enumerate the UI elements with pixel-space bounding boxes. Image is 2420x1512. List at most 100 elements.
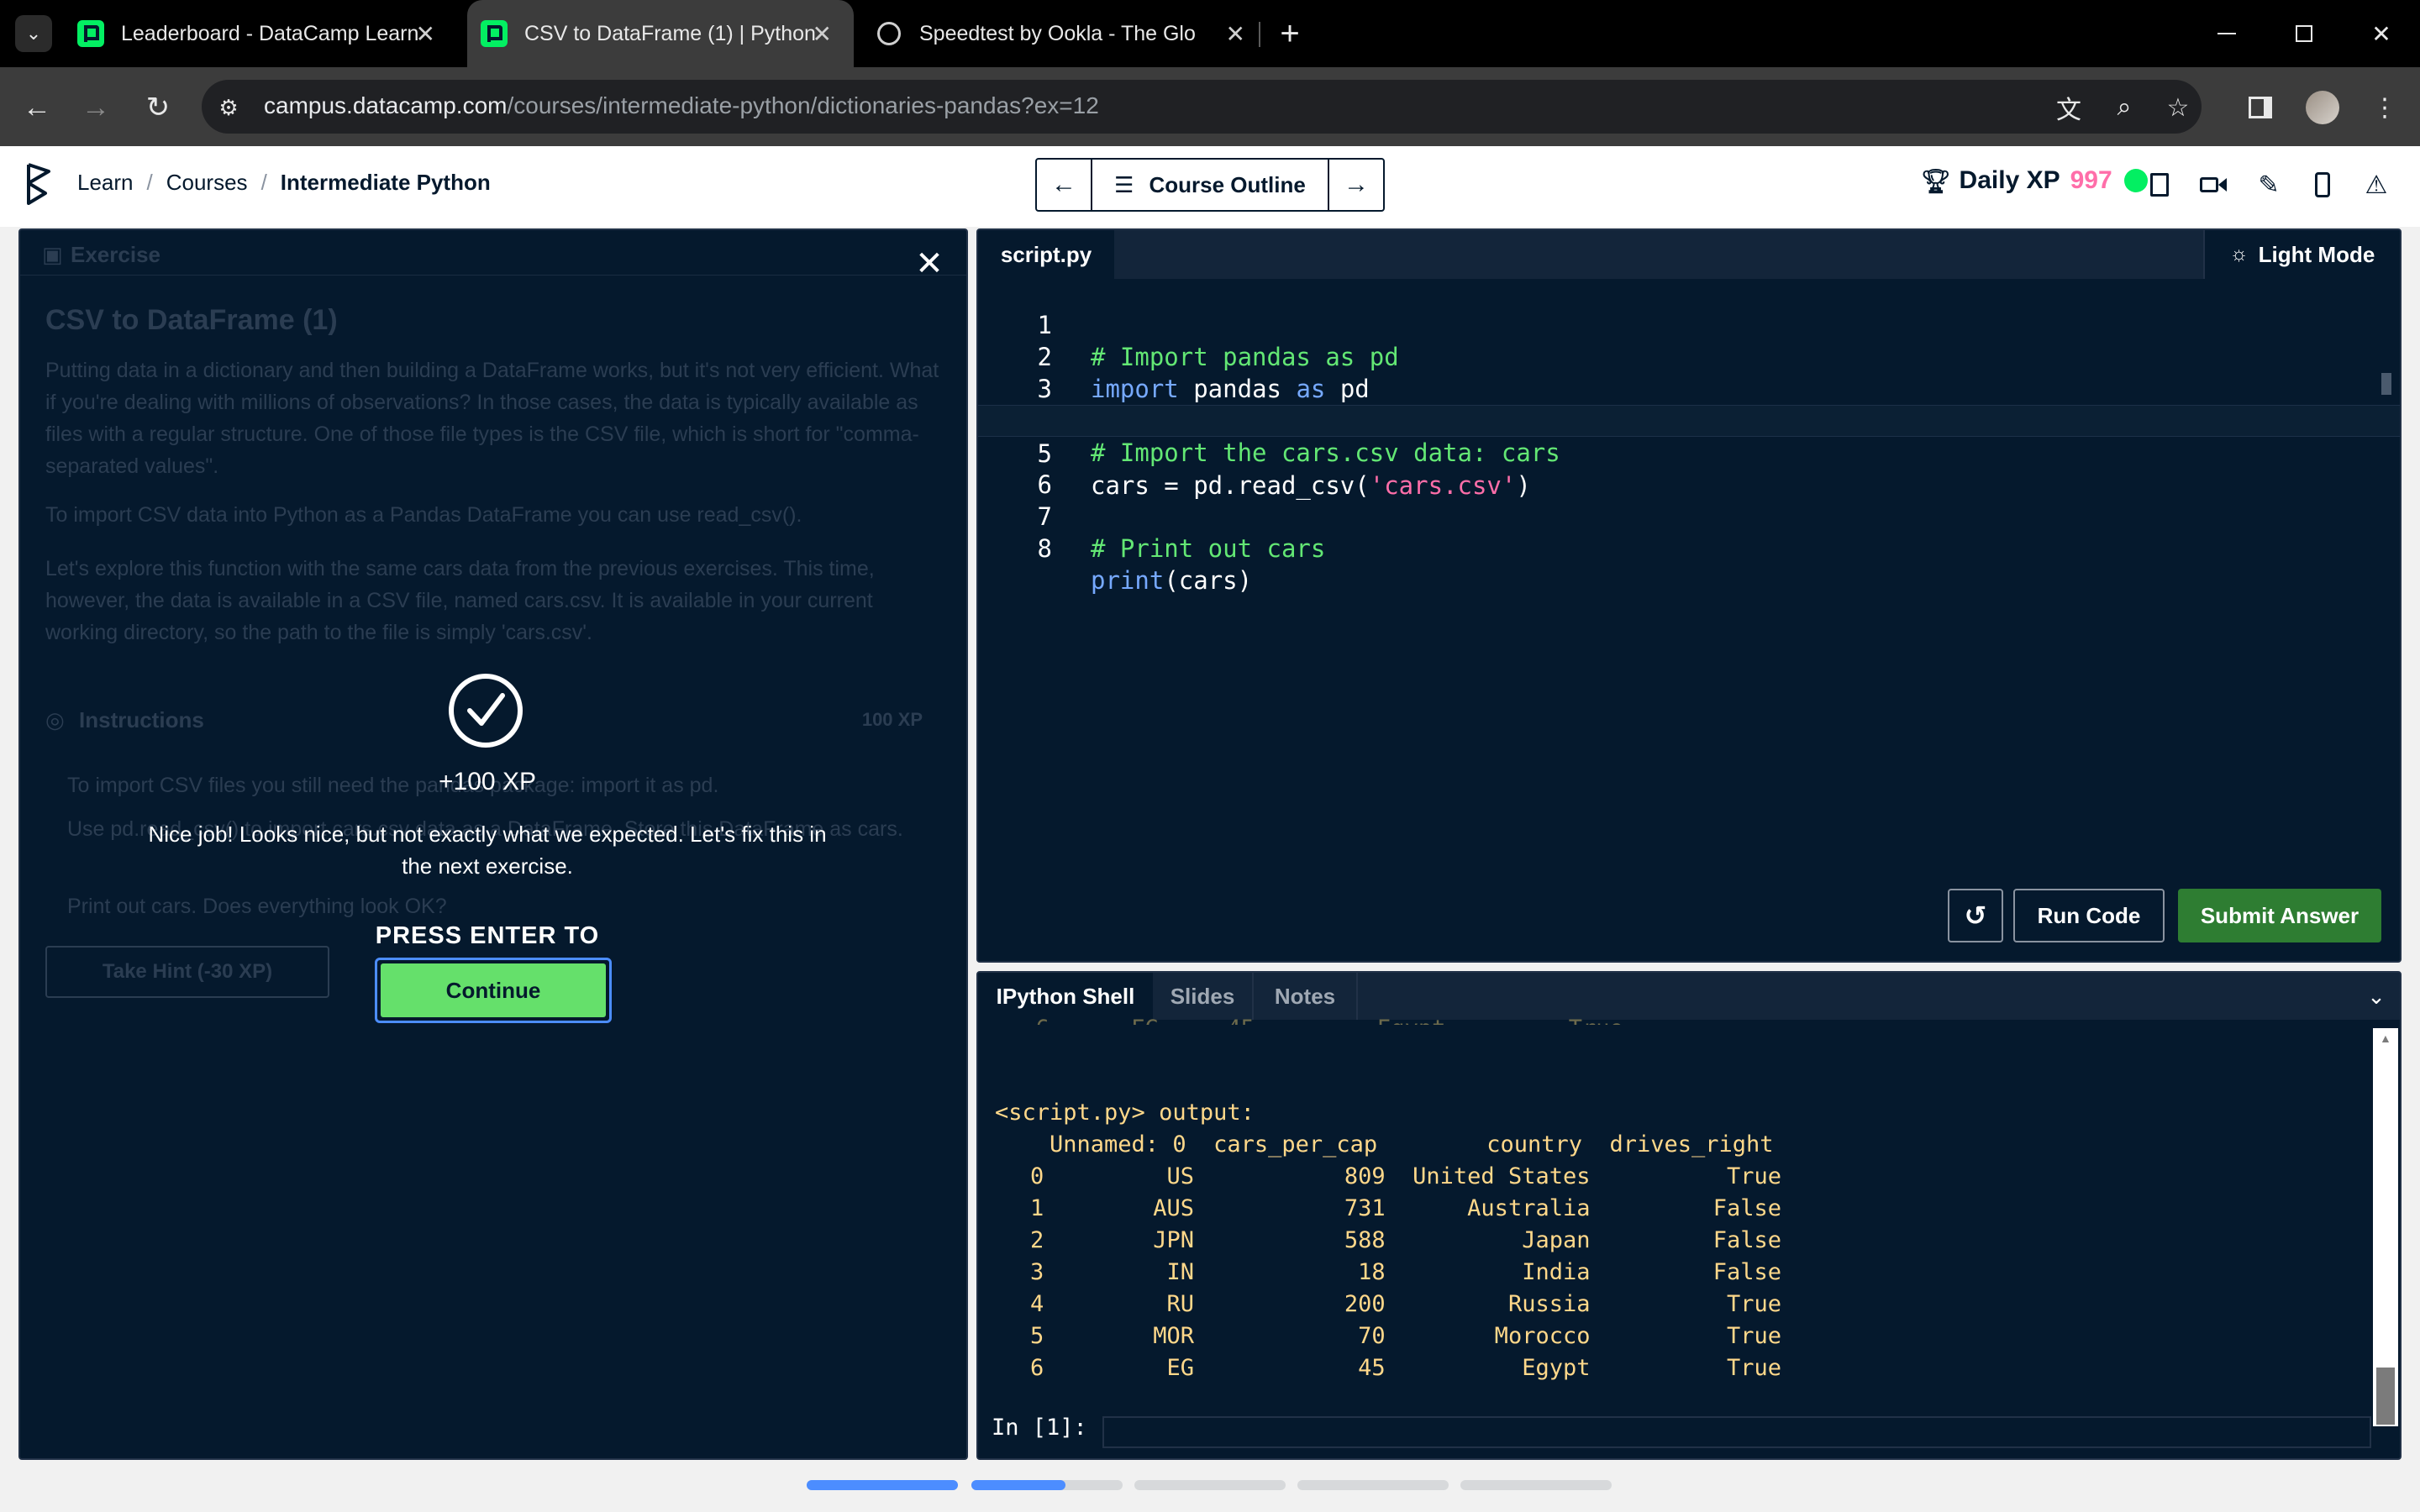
browser-tab-leaderboard[interactable]: Leaderboard - DataCamp Learn ✕ [77, 0, 457, 67]
reset-icon: ↺ [1964, 900, 1987, 931]
code-line-7[interactable]: 7 # Print out cars [978, 469, 2400, 563]
code-line-3[interactable]: 3 [978, 341, 2400, 403]
url-path: /courses/intermediate-python/dictionarie… [507, 92, 1099, 118]
modal-close-button[interactable]: ✕ [913, 245, 946, 282]
close-icon[interactable]: ✕ [416, 20, 435, 48]
course-outline-nav: ← ☰ Course Outline → [1035, 158, 1385, 212]
chevron-down-icon[interactable]: ⌄ [2361, 981, 2391, 1011]
breadcrumb-separator: / [146, 170, 153, 195]
code-editor-panel: script.py ☼ Light Mode 1 # Import pandas… [976, 228, 2402, 963]
code-line-2[interactable]: 2 import pandas as pd [978, 309, 2400, 403]
clipped-output-line: 6 EG 45 Egypt True [995, 1013, 1623, 1025]
close-icon[interactable]: ✕ [813, 20, 832, 48]
breadcrumb-learn[interactable]: Learn [77, 170, 134, 195]
exercise-tab-bar: ▣ Exercise [20, 230, 966, 276]
document-icon[interactable] [2143, 168, 2176, 202]
press-enter-hint: PRESS ENTER TO [375, 922, 600, 949]
tab-script-py[interactable]: script.py [978, 230, 1114, 279]
browser-tab-csv-to-dataframe[interactable]: CSV to DataFrame (1) | Python ✕ [467, 0, 854, 67]
instruction-bullet: Print out cars. Does everything look OK? [67, 895, 447, 918]
scroll-up-icon[interactable]: ▲ [2380, 1032, 2391, 1045]
instructions-xp: 100 XP [861, 709, 923, 730]
browser-tab-speedtest[interactable]: Speedtest by Ookla - The Globa ✕ [877, 0, 1249, 67]
reload-button[interactable]: ↻ [138, 87, 178, 128]
exercise-progress-segment [807, 1480, 958, 1490]
speedtest-favicon-icon [877, 22, 901, 45]
close-icon[interactable]: ✕ [1226, 20, 1245, 48]
reset-button[interactable]: ↺ [1948, 889, 2003, 942]
daily-xp[interactable]: 🏆︎ Daily XP 997 [1921, 166, 2148, 195]
breadcrumb-courses[interactable]: Courses [166, 170, 248, 195]
breadcrumb-course[interactable]: Intermediate Python [281, 170, 491, 195]
site-info-icon[interactable]: ⚙ [210, 89, 247, 126]
restore-button[interactable] [2265, 0, 2343, 67]
translate-icon[interactable]: 文 [2050, 89, 2087, 126]
menu-icon[interactable]: ⋮ [2366, 89, 2403, 126]
code-line-5[interactable]: 5 cars = pd.read_csv('cars.csv') [978, 405, 2400, 500]
star-icon[interactable]: ☆ [2160, 89, 2196, 126]
back-button[interactable]: ← [17, 87, 57, 128]
exercise-progress-segment [1134, 1480, 1286, 1490]
forward-button[interactable]: → [76, 87, 116, 128]
code-line-8[interactable]: 8 print(cars) [978, 501, 2400, 595]
zoom-icon[interactable]: ⌕ [2106, 89, 2143, 126]
submit-answer-button[interactable]: Submit Answer [2178, 889, 2381, 942]
console-scrollbar-thumb[interactable] [2376, 1368, 2395, 1425]
console-input[interactable] [1102, 1416, 2371, 1448]
pencil-icon[interactable]: ✎ [2252, 168, 2286, 202]
exercise-icon: ▣ [42, 242, 63, 267]
ipython-prompt: In [1]: [992, 1415, 1087, 1441]
editor-scrollbar[interactable] [2381, 373, 2391, 395]
output-row: 2 JPN 588 Japan False [1030, 1227, 1782, 1253]
tab-title: Leaderboard - DataCamp Learn [121, 21, 419, 45]
run-code-button[interactable]: Run Code [2013, 889, 2165, 942]
output-row: 0 US 809 United States True [1030, 1163, 1782, 1189]
video-icon[interactable] [2196, 168, 2230, 202]
window-close-button[interactable]: ✕ [2343, 0, 2420, 67]
tab-search-button[interactable]: ⌄ [0, 0, 67, 67]
success-check-icon [449, 674, 523, 748]
breadcrumb-separator: / [260, 170, 267, 195]
exercise-progress-segment [1297, 1480, 1449, 1490]
code-line-4[interactable]: 4 # Import the cars.csv data: cars [978, 373, 2400, 467]
line-number: 8 [1037, 534, 1052, 563]
take-hint-button[interactable]: Take Hint (-30 XP) [45, 946, 329, 998]
code-line-1[interactable]: 1 # Import pandas as pd [978, 277, 2400, 371]
minimize-button[interactable] [2188, 0, 2265, 67]
code-line-6[interactable]: 6 [978, 437, 2400, 499]
exercise-progress-segment [1460, 1480, 1612, 1490]
trophy-icon: 🏆︎ [1921, 167, 1951, 194]
light-mode-toggle[interactable]: ☼ Light Mode [2203, 230, 2400, 279]
warning-icon[interactable]: ⚠ [2360, 168, 2393, 202]
course-outline-label: Course Outline [1149, 171, 1306, 197]
console-panel: IPython Shell Slides Notes ⌄ 6 EG 45 Egy… [976, 971, 2402, 1460]
sun-icon: ☼ [2229, 243, 2249, 265]
profile-avatar[interactable] [2304, 89, 2341, 126]
feedback-message: Nice job! Looks nice, but not exactly wh… [148, 822, 827, 879]
datacamp-favicon-icon [77, 20, 104, 47]
progress-fill [971, 1480, 1065, 1490]
check-circle-icon: ◎ [45, 707, 65, 732]
instructions-label: Instructions [79, 707, 204, 732]
mobile-icon[interactable] [2306, 168, 2339, 202]
continue-button[interactable]: Continue [375, 958, 612, 1023]
next-exercise-button[interactable]: → [1329, 160, 1383, 210]
tab-title: CSV to DataFrame (1) | Python [524, 21, 816, 45]
code-text: print(cars) [1091, 566, 1253, 595]
output-table-header: Unnamed: 0 cars_per_cap country drives_r… [995, 1131, 1774, 1158]
previous-exercise-button[interactable]: ← [1037, 160, 1091, 210]
exercise-paragraph: To import CSV data into Python as a Pand… [45, 503, 802, 527]
console-scrollbar[interactable]: ▲ ▼ [2373, 1028, 2398, 1426]
datacamp-logo-icon[interactable] [22, 161, 62, 208]
progress-fill [807, 1480, 958, 1490]
new-tab-button[interactable]: + [1252, 0, 1328, 67]
minimize-icon [2217, 33, 2236, 34]
continue-label: Continue [381, 963, 606, 1017]
url-text[interactable]: campus.datacamp.com/courses/intermediate… [264, 92, 1099, 119]
sidepanel-icon[interactable] [2242, 89, 2279, 126]
course-outline-button[interactable]: ☰ Course Outline [1091, 160, 1329, 210]
breadcrumb: Learn / Courses / Intermediate Python [77, 170, 491, 196]
datacamp-favicon-icon [481, 20, 508, 47]
output-header: <script.py> output: [995, 1100, 1255, 1126]
output-row: 3 IN 18 India False [1030, 1259, 1782, 1285]
